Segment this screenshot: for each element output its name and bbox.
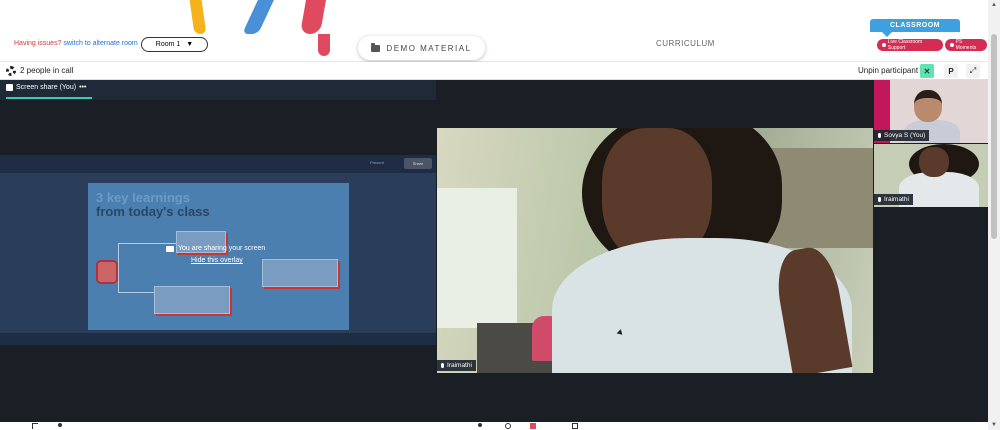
support-dot-icon bbox=[882, 43, 886, 47]
screen-share-tabbar: Screen share (You) ••• bbox=[0, 80, 436, 100]
slide-box bbox=[154, 286, 230, 314]
curriculum-tab[interactable]: CURRICULUM bbox=[656, 39, 715, 48]
mic-icon bbox=[441, 363, 444, 368]
scroll-down-arrow-icon[interactable]: ▼ bbox=[991, 422, 997, 428]
slide-title-line1: 3 key learnings bbox=[96, 190, 190, 205]
classroom-tab[interactable]: CLASSROOM bbox=[870, 19, 960, 37]
self-name: Sovya S (You) bbox=[884, 132, 926, 139]
issues-notice: Having issues? switch to alternate room bbox=[14, 40, 138, 47]
brand-decoration-yellow bbox=[189, 0, 207, 34]
participant-thumbnail-student[interactable]: Iraimathi bbox=[874, 144, 988, 207]
mic-icon bbox=[878, 197, 881, 202]
control-icon[interactable] bbox=[572, 423, 578, 429]
scroll-up-arrow-icon[interactable]: ▲ bbox=[991, 2, 997, 8]
control-icon[interactable] bbox=[505, 423, 511, 429]
call-area: Screen share (You) ••• Present Share 3 k… bbox=[0, 80, 988, 422]
room-select[interactable]: Room 1 ▼ bbox=[141, 37, 208, 52]
unpin-close-button[interactable]: ✕ bbox=[920, 64, 934, 78]
participant-thumbnail-self[interactable]: Sovya S (You) bbox=[874, 80, 988, 143]
pinned-video[interactable]: Iraimathi bbox=[437, 128, 873, 373]
student-name: Iraimathi bbox=[884, 196, 909, 203]
slide-connector bbox=[118, 273, 158, 293]
shared-screen-content: Present Share 3 key learnings from today… bbox=[0, 155, 436, 345]
demo-material-label: DEMO MATERIAL bbox=[386, 43, 472, 53]
brand-decoration-blue bbox=[242, 0, 274, 34]
gear-icon[interactable] bbox=[6, 66, 16, 76]
room-select-value: Room 1 bbox=[155, 41, 181, 48]
main-video-name: Iraimathi bbox=[447, 362, 472, 369]
demo-material-button[interactable]: DEMO MATERIAL bbox=[358, 36, 485, 60]
hide-overlay-link[interactable]: Hide this overlay bbox=[191, 257, 286, 264]
mic-icon bbox=[878, 133, 881, 138]
slide-title: 3 key learnings from today's class bbox=[96, 191, 210, 219]
brand-decoration-red-tail bbox=[318, 34, 330, 56]
fullscreen-expand-icon[interactable]: ⤢ bbox=[966, 64, 980, 78]
sharing-overlay: You are sharing your screen Hide this ov… bbox=[166, 245, 286, 264]
main-video-name-tag: Iraimathi bbox=[437, 360, 476, 371]
thumbnail-head bbox=[914, 90, 942, 122]
scroll-thumb[interactable] bbox=[991, 34, 997, 239]
monitor-icon bbox=[166, 245, 174, 252]
page-scrollbar[interactable]: ▲ ▼ bbox=[988, 0, 1000, 430]
app-root: Having issues? switch to alternate room … bbox=[0, 0, 1000, 430]
shared-app-toolbar: Present Share bbox=[0, 155, 436, 173]
unpin-participant-label: Unpin participant bbox=[858, 66, 919, 75]
self-name-tag: Sovya S (You) bbox=[874, 130, 930, 141]
people-count: 2 people in call bbox=[20, 66, 74, 75]
more-options-icon[interactable]: ••• bbox=[79, 84, 86, 91]
slide-title-line2: from today's class bbox=[96, 204, 210, 219]
ps-moments-button[interactable]: PS Moments bbox=[945, 39, 987, 51]
control-icon[interactable] bbox=[32, 423, 38, 429]
issues-text: Having issues? bbox=[14, 40, 62, 47]
control-icon[interactable] bbox=[530, 423, 536, 429]
top-header: Having issues? switch to alternate room … bbox=[0, 0, 988, 62]
folder-icon bbox=[371, 42, 381, 52]
sharing-notice-text: You are sharing your screen bbox=[178, 245, 266, 252]
caret-down-icon: ▼ bbox=[186, 41, 194, 48]
thumbnail-face bbox=[919, 147, 949, 177]
control-icon[interactable] bbox=[58, 423, 62, 427]
robot-icon bbox=[96, 260, 118, 284]
moments-dot-icon bbox=[950, 43, 954, 47]
student-name-tag: Iraimathi bbox=[874, 194, 913, 205]
sharing-notice: You are sharing your screen bbox=[166, 245, 286, 252]
alternate-room-link[interactable]: switch to alternate room bbox=[63, 40, 137, 47]
call-toolbar: 2 people in call Unpin participant ✕ P ⤢ bbox=[0, 62, 988, 80]
live-support-button[interactable]: Live Classroom Support bbox=[877, 39, 943, 51]
screen-share-panel: Screen share (You) ••• Present Share 3 k… bbox=[0, 80, 436, 422]
control-icon[interactable] bbox=[478, 423, 482, 427]
screen-share-tab[interactable]: Screen share (You) ••• bbox=[6, 84, 86, 91]
shared-app-statusbar bbox=[0, 333, 436, 345]
participant-p-button[interactable]: P bbox=[944, 64, 958, 78]
ps-moments-label: PS Moments bbox=[955, 39, 977, 51]
live-support-label: Live Classroom Support bbox=[887, 39, 923, 51]
present-label: Present bbox=[370, 160, 384, 165]
video-shelf bbox=[767, 148, 873, 248]
active-tab-indicator bbox=[6, 97, 92, 99]
brand-decoration-red bbox=[300, 0, 326, 34]
screen-share-tab-label: Screen share (You) bbox=[16, 84, 77, 91]
video-window-light bbox=[437, 188, 517, 328]
bottom-controls-strip bbox=[0, 422, 988, 430]
screen-share-icon bbox=[6, 84, 13, 91]
share-label: Share bbox=[404, 158, 432, 169]
